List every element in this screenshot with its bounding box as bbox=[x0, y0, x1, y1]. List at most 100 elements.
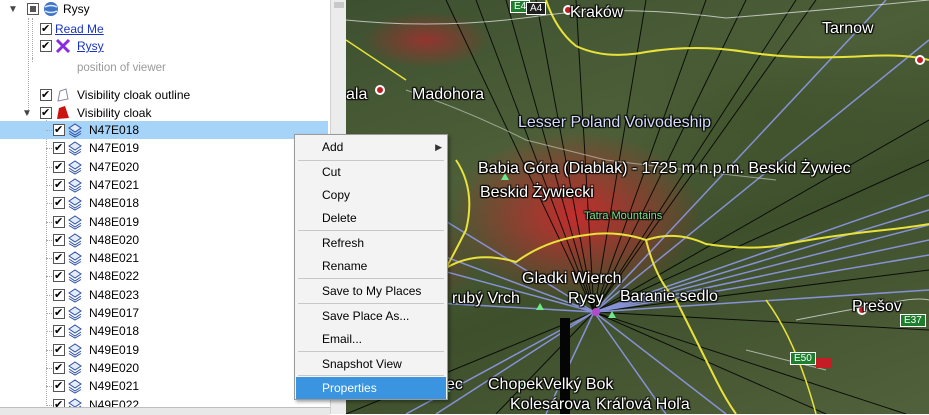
tree-label: N47E019 bbox=[89, 141, 140, 156]
menu-item-label: Copy bbox=[322, 188, 351, 202]
map-label-kralova: Kráľová Hoľa bbox=[596, 396, 690, 413]
map-label-rysy: Rysy bbox=[568, 290, 604, 307]
tree-row-tile[interactable]: N48E021 bbox=[0, 249, 328, 267]
tree-row-tile[interactable]: N48E022 bbox=[0, 267, 328, 285]
menu-separator bbox=[298, 303, 444, 304]
overlay-layers-icon bbox=[68, 306, 82, 321]
tree-label: N48E020 bbox=[89, 232, 140, 247]
scroll-up-arrow-icon[interactable] bbox=[334, 2, 344, 8]
tree-row-tile[interactable]: N49E021 bbox=[0, 377, 328, 395]
tree-row-tile[interactable]: N49E018 bbox=[0, 322, 328, 340]
checkbox[interactable] bbox=[53, 341, 65, 359]
tree-row-cloak-outline[interactable]: Visibility cloak outline bbox=[0, 86, 330, 104]
tree-connector bbox=[46, 166, 52, 168]
checkbox[interactable] bbox=[53, 267, 65, 285]
map-label-beskid: Beskid Żywiecki bbox=[480, 184, 594, 201]
tree-connector bbox=[46, 203, 52, 205]
tree-row-tile[interactable]: N47E018 bbox=[0, 121, 328, 139]
menu-item-properties[interactable]: Properties bbox=[296, 377, 446, 399]
expand-toggle-icon[interactable]: ▼ bbox=[22, 109, 32, 119]
expand-toggle-icon[interactable]: ▼ bbox=[8, 5, 18, 15]
tree-row-tile[interactable]: N47E020 bbox=[0, 158, 328, 176]
checkbox[interactable] bbox=[53, 231, 65, 249]
x-placemark-icon bbox=[55, 38, 71, 54]
menu-item-delete[interactable]: Delete bbox=[296, 207, 446, 229]
checkbox[interactable] bbox=[53, 139, 65, 157]
checkbox[interactable] bbox=[40, 104, 52, 122]
tree-row-cloak[interactable]: ▼ Visibility cloak bbox=[0, 104, 330, 122]
tree-row-tile[interactable]: N48E020 bbox=[0, 231, 328, 249]
menu-item-label: Rename bbox=[322, 259, 368, 273]
overlay-layers-icon bbox=[68, 269, 82, 284]
menu-item-label: Email... bbox=[322, 332, 363, 346]
checkbox[interactable] bbox=[53, 377, 65, 395]
map-label-krakow: Kraków bbox=[570, 4, 624, 21]
checkbox[interactable] bbox=[53, 158, 65, 176]
menu-item-snapshot-view[interactable]: Snapshot View bbox=[296, 353, 446, 375]
tree-label: N49E017 bbox=[89, 306, 140, 320]
rysy-link[interactable]: Rysy bbox=[77, 37, 104, 55]
tree-row-tile[interactable]: N48E019 bbox=[0, 213, 328, 231]
menu-item-add[interactable]: Add ▶ bbox=[296, 136, 446, 158]
road-shield: A4 bbox=[526, 2, 547, 15]
menu-item-cut[interactable]: Cut bbox=[296, 161, 446, 183]
map-label-ala: ala bbox=[346, 86, 368, 103]
tree-label: N48E019 bbox=[89, 214, 140, 229]
menu-item-copy[interactable]: Copy bbox=[296, 184, 446, 206]
menu-item-refresh[interactable]: Refresh bbox=[296, 232, 446, 254]
tree-row-tile[interactable]: N49E019 bbox=[0, 341, 328, 359]
read-me-link[interactable]: Read Me bbox=[55, 20, 104, 38]
checkbox[interactable] bbox=[53, 176, 65, 194]
checkbox[interactable] bbox=[40, 37, 52, 55]
menu-item-label: Properties bbox=[322, 381, 377, 395]
checkbox[interactable] bbox=[53, 286, 65, 304]
tree-label: N48E022 bbox=[89, 269, 140, 284]
checkbox[interactable] bbox=[27, 3, 39, 15]
tree-row-tile[interactable]: N48E023 bbox=[0, 286, 328, 304]
checkbox[interactable] bbox=[53, 359, 65, 377]
tree-row-tile[interactable]: N47E019 bbox=[0, 139, 328, 157]
red-polygon-icon bbox=[57, 106, 69, 119]
map-label-chopek: ChopekVelký Bok bbox=[488, 376, 614, 393]
checkbox[interactable] bbox=[53, 249, 65, 267]
tree-connector bbox=[46, 239, 52, 241]
map-label-tatra: Tatra Mountains bbox=[584, 210, 663, 222]
checkbox[interactable] bbox=[53, 194, 65, 212]
checkbox[interactable] bbox=[53, 322, 65, 340]
tree-label: N49E019 bbox=[89, 342, 140, 357]
tree-connector bbox=[46, 184, 52, 186]
checkbox[interactable] bbox=[53, 213, 65, 231]
map-label-babia-gora: Babia Góra (Diablak) - 1725 m n.p.m. Bes… bbox=[478, 160, 851, 177]
tree-connector bbox=[46, 148, 52, 150]
tree-row-tile[interactable]: N49E020 bbox=[0, 359, 328, 377]
tree-label: N48E021 bbox=[89, 251, 140, 266]
menu-item-save-to-my-places[interactable]: Save to My Places bbox=[296, 280, 446, 302]
places-tree-panel: ▼ Rysy Read Me Rysy position of viewer V… bbox=[0, 0, 330, 414]
menu-item-email[interactable]: Email... bbox=[296, 328, 446, 350]
checkbox[interactable] bbox=[53, 304, 65, 322]
menu-item-rename[interactable]: Rename bbox=[296, 255, 446, 277]
tree-connector bbox=[46, 349, 52, 351]
checkbox[interactable] bbox=[40, 86, 52, 104]
tree-label: N47E021 bbox=[89, 177, 140, 192]
overlay-layers-icon bbox=[68, 288, 82, 303]
checkbox[interactable] bbox=[53, 121, 65, 139]
tree-row-tile[interactable]: N49E017 bbox=[0, 304, 328, 322]
checkbox[interactable] bbox=[40, 20, 52, 38]
menu-separator bbox=[298, 278, 444, 279]
menu-item-label: Save Place As... bbox=[322, 309, 410, 323]
tree-row-read-me[interactable]: Read Me bbox=[0, 20, 330, 38]
menu-separator bbox=[298, 375, 444, 376]
overlay-layers-icon bbox=[68, 159, 82, 175]
menu-item-save-place-as[interactable]: Save Place As... bbox=[296, 305, 446, 327]
tree-label: Visibility cloak bbox=[77, 106, 152, 120]
tree-row-tile[interactable]: N48E018 bbox=[0, 194, 328, 212]
tree-row-tile[interactable]: N47E021 bbox=[0, 176, 328, 194]
tree-row-root[interactable]: ▼ Rysy bbox=[0, 0, 330, 18]
overlay-layers-icon bbox=[68, 251, 82, 266]
tree-row-rysy[interactable]: Rysy bbox=[0, 37, 330, 55]
tree-label: N49E018 bbox=[89, 324, 140, 339]
map-label-tarnow: Tarnow bbox=[822, 20, 874, 37]
map-label-ruby: rubý Vrch bbox=[452, 290, 520, 307]
menu-separator bbox=[298, 230, 444, 231]
